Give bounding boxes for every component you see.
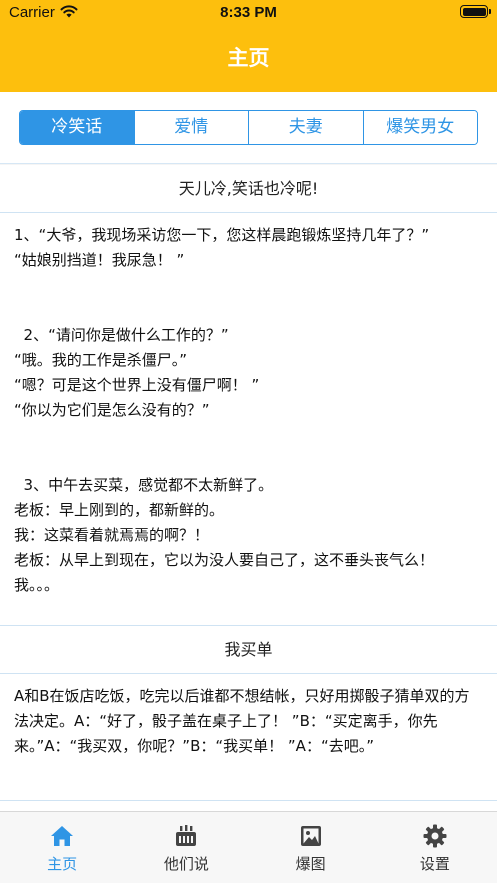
nav-header: Carrier 8:33 PM 主页 <box>0 0 497 92</box>
tab-pictures[interactable]: 爆图 <box>249 812 373 883</box>
joke-title: 我买单 <box>0 626 497 674</box>
tab-they-say-label: 他们说 <box>163 855 209 873</box>
segment-love[interactable]: 爱情 <box>133 111 248 144</box>
status-time: 8:33 PM <box>220 4 277 21</box>
battery-icon <box>460 5 491 18</box>
gear-icon <box>423 824 447 848</box>
category-bar: 冷笑话 爱情 夫妻 爆笑男女 <box>0 92 497 164</box>
tab-settings-label: 设置 <box>419 855 450 873</box>
tab-they-say[interactable]: 他们说 <box>124 812 248 883</box>
joke-body: A和B在饭店吃饭，吃完以后谁都不想结帐，只好用掷骰子猜单双的方法决定。A：“好了… <box>14 687 470 755</box>
segment-funny-men-women[interactable]: 爆笑男女 <box>362 111 477 144</box>
joke-card[interactable]: 我买单 A和B在饭店吃饭，吃完以后谁都不想结帐，只好用掷骰子猜单双的方法决定。A… <box>0 626 497 801</box>
joke-body: 1、“大爷，我现场采访您一下，您这样晨跑锻炼坚持几年了？” “姑娘别挡道！我尿急… <box>14 226 435 594</box>
home-icon <box>51 826 74 846</box>
image-icon <box>300 826 321 846</box>
page-title: 主页 <box>227 46 270 70</box>
tab-bar: 主页 他们说 爆图 设置 <box>0 811 497 883</box>
joke-title: 天儿冷,笑话也冷呢! <box>0 165 497 213</box>
comments-icon <box>176 825 197 846</box>
joke-list[interactable]: 天儿冷,笑话也冷呢! 1、“大爷，我现场采访您一下，您这样晨跑锻炼坚持几年了？”… <box>0 165 497 811</box>
tab-settings[interactable]: 设置 <box>373 812 497 883</box>
tab-home[interactable]: 主页 <box>0 812 124 883</box>
category-segmented-control: 冷笑话 爱情 夫妻 爆笑男女 <box>19 110 478 145</box>
segment-couples[interactable]: 夫妻 <box>248 111 363 144</box>
tab-pictures-label: 爆图 <box>295 855 326 873</box>
segment-cold-jokes[interactable]: 冷笑话 <box>20 111 134 144</box>
joke-card[interactable]: 天儿冷,笑话也冷呢! 1、“大爷，我现场采访您一下，您这样晨跑锻炼坚持几年了？”… <box>0 165 497 626</box>
status-bar: Carrier 8:33 PM <box>0 0 497 26</box>
tab-home-label: 主页 <box>47 855 78 873</box>
